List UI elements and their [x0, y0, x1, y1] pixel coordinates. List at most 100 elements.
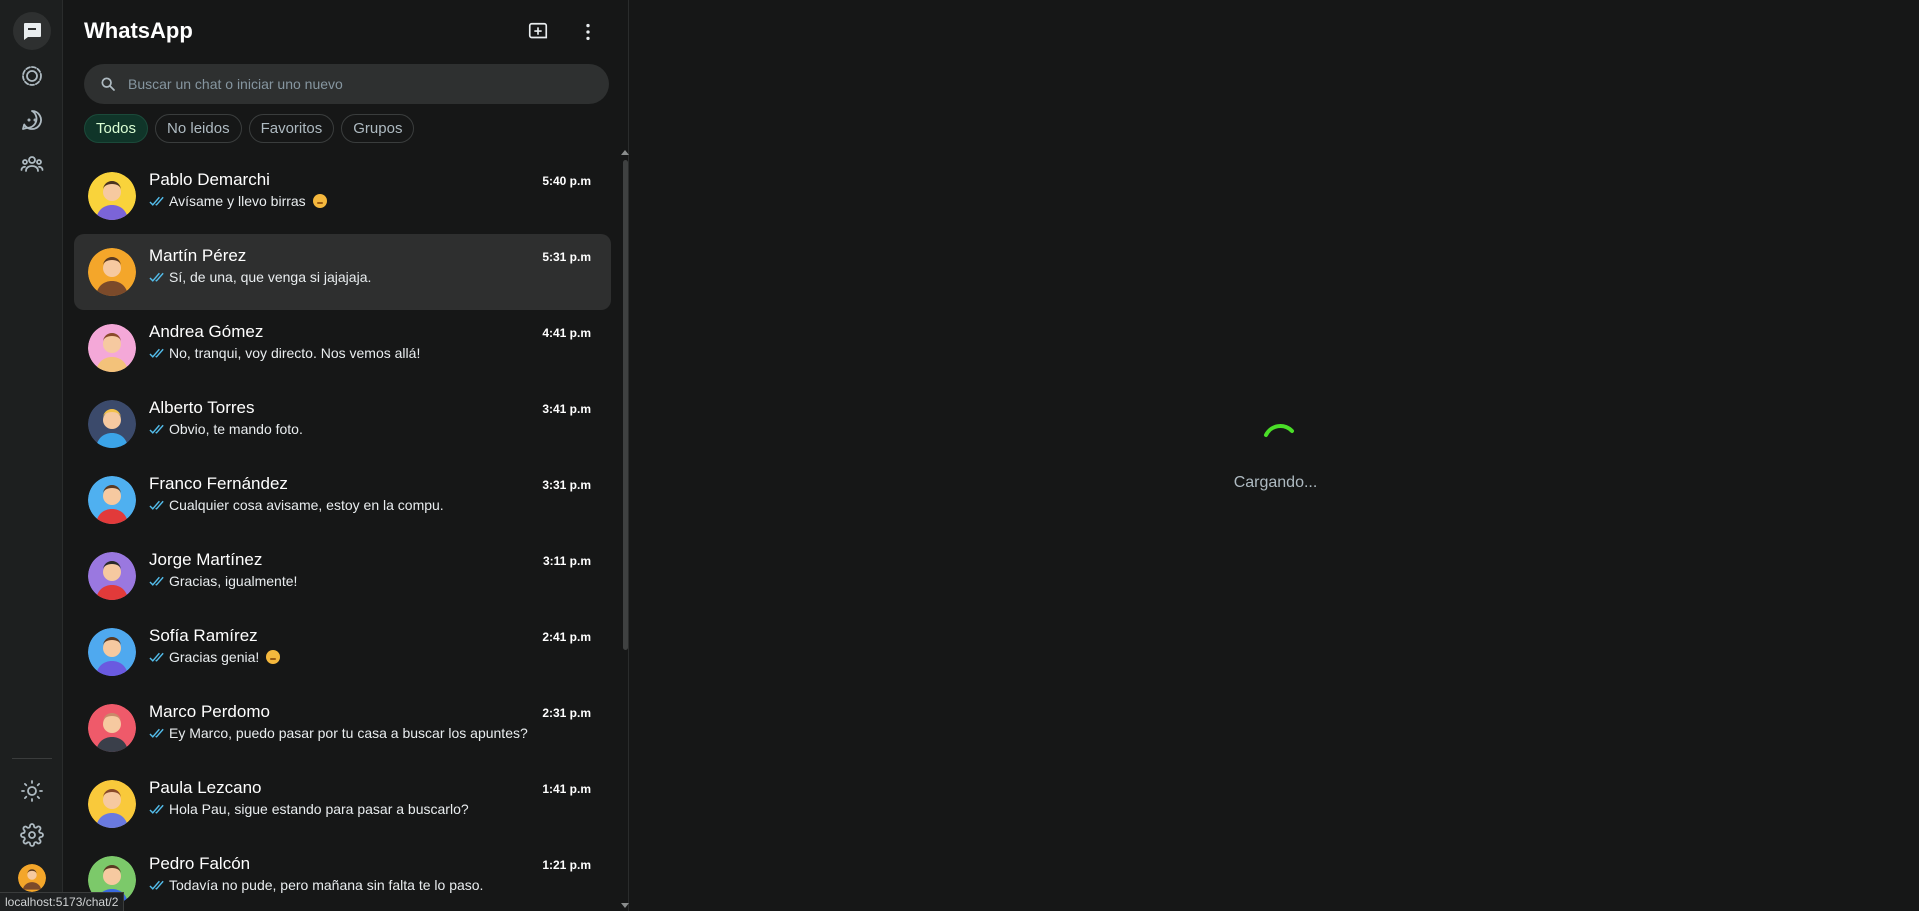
contact-name: Paula Lezcano: [149, 778, 262, 797]
contact-name: Pablo Demarchi: [149, 170, 270, 189]
read-ticks-icon: [149, 500, 164, 510]
contact-avatar: [88, 476, 136, 524]
channels-icon: [22, 110, 42, 130]
chats-icon: [24, 23, 41, 40]
message-time: 5:40 p.m: [542, 174, 591, 188]
chat-list-panel: WhatsApp Todos No leidos Favoritos Grupo…: [64, 0, 629, 911]
message-time: 1:21 p.m: [542, 858, 591, 872]
last-message-text: Gracias genia!: [169, 649, 260, 665]
message-time: 2:41 p.m: [542, 630, 591, 644]
contact-avatar: [88, 780, 136, 828]
contact-name: Martín Pérez: [149, 246, 247, 265]
rail-settings-button[interactable]: [13, 816, 51, 854]
contact-avatar: [88, 628, 136, 676]
chat-row[interactable]: Pablo Demarchi 5:40 p.m Avísame y llevo …: [74, 158, 611, 234]
avatar-image: [88, 172, 136, 220]
read-ticks-icon: [149, 196, 164, 206]
last-message-text: Obvio, te mando foto.: [169, 421, 303, 437]
last-message-preview: Obvio, te mando foto.: [149, 421, 303, 437]
gear-icon: [20, 823, 44, 847]
contact-avatar: [88, 324, 136, 372]
last-message-preview: Gracias genia!: [149, 649, 281, 665]
app: WhatsApp Todos No leidos Favoritos Grupo…: [0, 0, 1919, 911]
rail-channels-button[interactable]: [13, 101, 51, 139]
read-ticks-icon: [149, 576, 164, 586]
scroll-down-arrow[interactable]: [621, 903, 629, 908]
read-ticks-icon: [149, 348, 164, 358]
contact-name: Sofía Ramírez: [149, 626, 258, 645]
loading-label: Cargando...: [1233, 474, 1318, 491]
chat-row[interactable]: Andrea Gómez 4:41 p.m No, tranqui, voy d…: [74, 310, 611, 386]
filter-chip-favoritos[interactable]: Favoritos: [248, 114, 335, 143]
chat-row[interactable]: Alberto Torres 3:41 p.m Obvio, te mando …: [74, 386, 611, 462]
avatar-image: [18, 864, 46, 892]
read-ticks-icon: [149, 652, 164, 662]
rail-divider: [12, 758, 52, 759]
rail-communities-button[interactable]: [13, 145, 51, 183]
last-message-preview: Cualquier cosa avisame, estoy en la comp…: [149, 497, 444, 513]
avatar-image: [88, 704, 136, 752]
last-message-preview: Hola Pau, sigue estando para pasar a bus…: [149, 801, 469, 817]
message-time: 3:11 p.m: [542, 554, 591, 568]
filter-chip-todos[interactable]: Todos: [84, 114, 149, 143]
new-chat-icon: [528, 22, 548, 39]
rail-status-button[interactable]: [13, 57, 51, 95]
status-icon: [22, 66, 42, 86]
chat-row[interactable]: Sofía Ramírez 2:41 p.m Gracias genia!: [74, 614, 611, 690]
last-message-text: Gracias, igualmente!: [169, 573, 298, 589]
scroll-up-arrow[interactable]: [621, 150, 629, 155]
rail-chats-button[interactable]: [13, 12, 51, 50]
chat-row[interactable]: Pedro Falcón 1:21 p.m Todavía no pude, p…: [74, 842, 611, 911]
profile-avatar[interactable]: [18, 864, 46, 892]
rail-theme-button[interactable]: [13, 772, 51, 810]
contact-name: Pedro Falcón: [149, 854, 251, 873]
chat-row[interactable]: Martín Pérez 5:31 p.m Sí, de una, que ve…: [74, 234, 611, 310]
read-ticks-icon: [149, 880, 164, 890]
new-chat-button[interactable]: [524, 18, 552, 46]
browser-status-url: localhost:5173/chat/2: [0, 892, 125, 911]
last-message-preview: Gracias, igualmente!: [149, 573, 297, 589]
read-ticks-icon: [149, 272, 164, 282]
sun-icon: [21, 780, 43, 802]
filter-chip-no-leidos[interactable]: No leidos: [155, 114, 242, 143]
last-message-text: Avísame y llevo birras: [169, 193, 306, 209]
chat-row[interactable]: Franco Fernández 3:31 p.m Cualquier cosa…: [74, 462, 611, 538]
contact-name: Andrea Gómez: [149, 322, 264, 341]
last-message-preview: Avísame y llevo birras: [149, 193, 327, 209]
last-message-text: Todavía no pude, pero mañana sin falta t…: [169, 877, 484, 893]
contact-avatar: [88, 248, 136, 296]
contact-avatar: [88, 172, 136, 220]
emoji-icon: [266, 650, 281, 664]
avatar-image: [88, 476, 136, 524]
read-ticks-icon: [149, 424, 164, 434]
chat-row[interactable]: Paula Lezcano 1:41 p.m Hola Pau, sigue e…: [74, 766, 611, 842]
filter-chip-grupos[interactable]: Grupos: [341, 114, 415, 143]
avatar-image: [88, 780, 136, 828]
last-message-preview: Todavía no pude, pero mañana sin falta t…: [149, 877, 483, 893]
read-ticks-icon: [149, 804, 164, 814]
loading-spinner: [1264, 424, 1294, 437]
menu-button[interactable]: [574, 18, 602, 46]
last-message-text: Sí, de una, que venga si jajajaja.: [169, 269, 372, 285]
contact-name: Jorge Martínez: [149, 550, 263, 569]
search-input[interactable]: [128, 64, 588, 104]
last-message-text: Cualquier cosa avisame, estoy en la comp…: [169, 497, 444, 513]
last-message-text: Hola Pau, sigue estando para pasar a bus…: [169, 801, 469, 817]
loading-text: Cargando...: [630, 474, 1919, 492]
contact-avatar: [88, 400, 136, 448]
message-time: 2:31 p.m: [542, 706, 591, 720]
more-vertical-icon: [586, 23, 590, 41]
search-icon: [101, 77, 115, 91]
chat-row[interactable]: Jorge Martínez 3:11 p.m Gracias, igualme…: [74, 538, 611, 614]
last-message-preview: No, tranqui, voy directo. Nos vemos allá…: [149, 345, 420, 361]
chat-row[interactable]: Marco Perdomo 2:31 p.m Ey Marco, puedo p…: [74, 690, 611, 766]
chat-list: Pablo Demarchi 5:40 p.m Avísame y llevo …: [74, 158, 611, 911]
read-ticks-icon: [149, 728, 164, 738]
avatar-image: [88, 552, 136, 600]
contact-name: Alberto Torres: [149, 398, 255, 417]
contact-name: Marco Perdomo: [149, 702, 270, 721]
message-time: 5:31 p.m: [542, 250, 591, 264]
chat-list-scrollbar[interactable]: [623, 160, 628, 650]
avatar-image: [88, 248, 136, 296]
search-box: [84, 64, 609, 104]
